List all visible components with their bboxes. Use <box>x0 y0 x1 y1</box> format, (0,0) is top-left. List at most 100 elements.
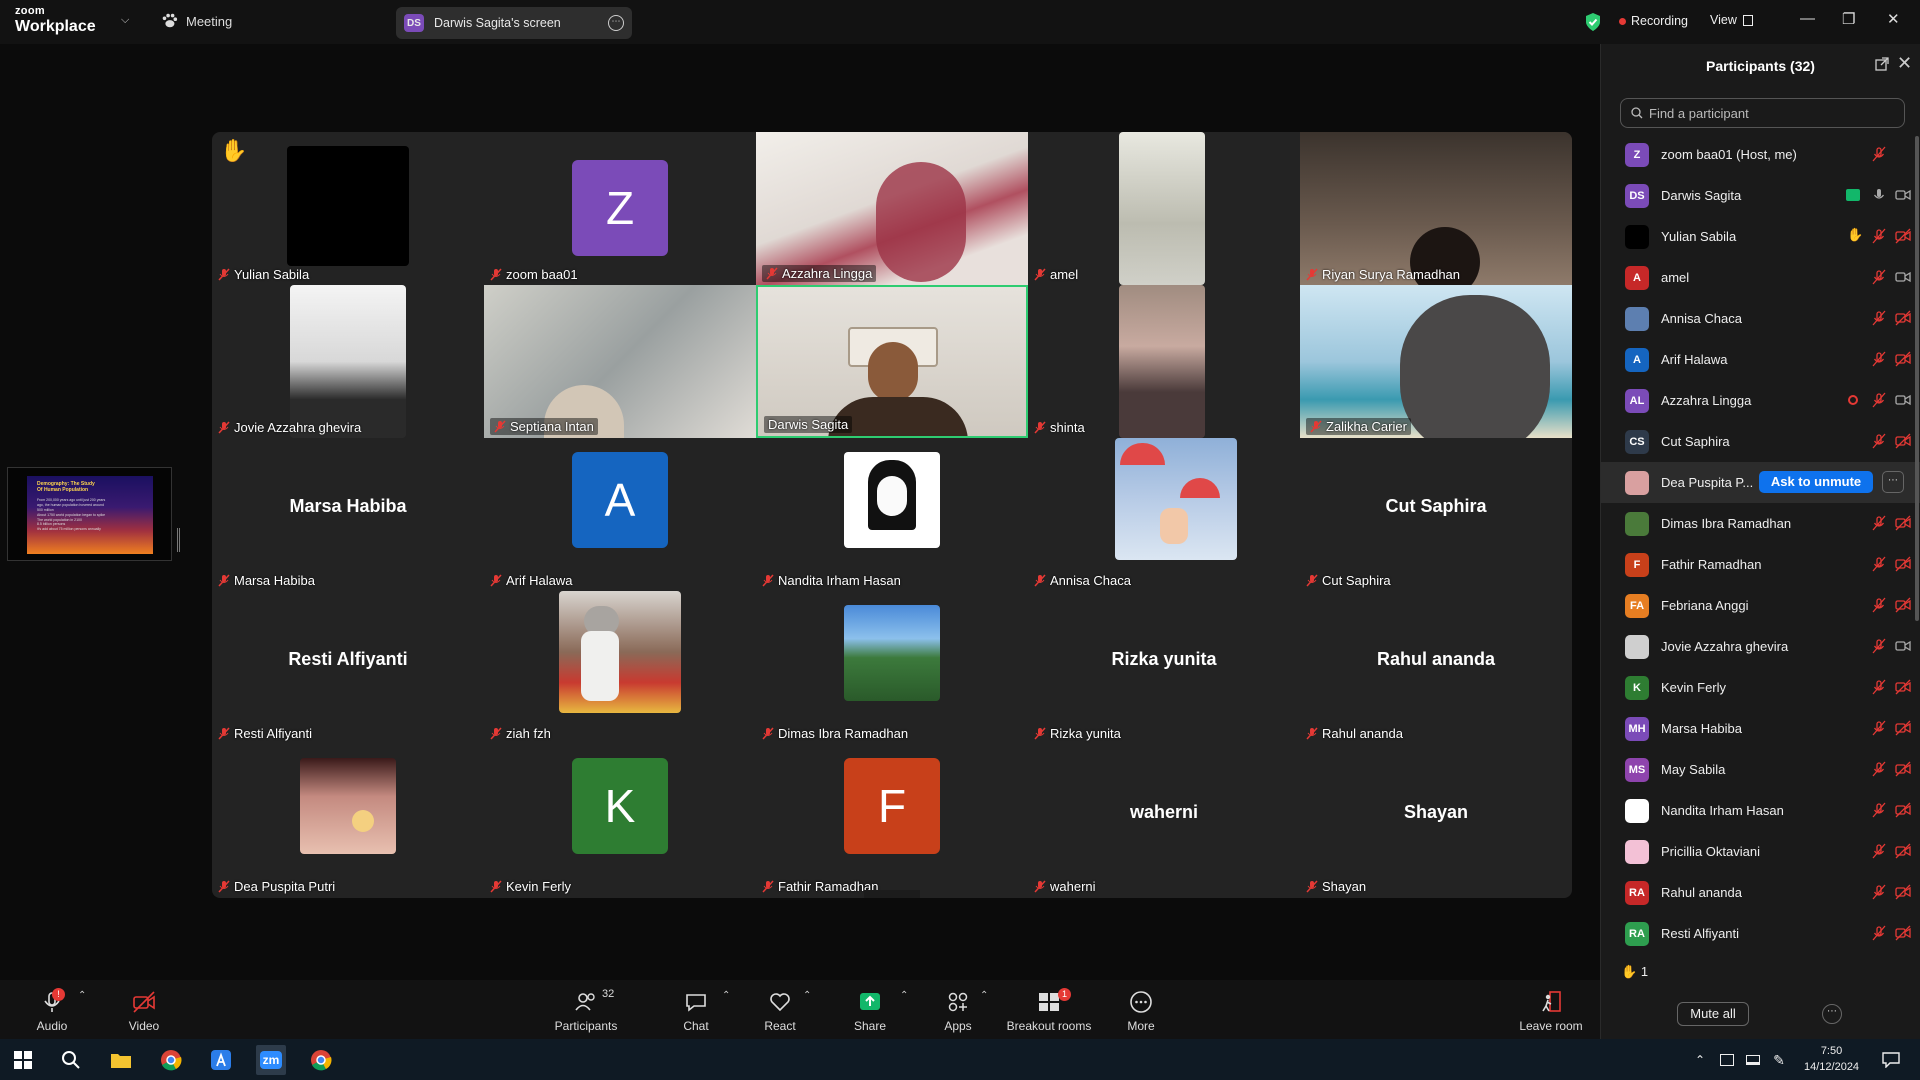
security-shield-icon[interactable] <box>1584 12 1602 32</box>
participant-more-icon[interactable]: ⋯ <box>1882 471 1904 493</box>
video-tile[interactable]: Dimas Ibra Ramadhan <box>756 591 1028 744</box>
more-options-icon[interactable]: ⋯ <box>608 15 624 31</box>
participant-row[interactable]: FA Febriana Anggi <box>1601 585 1920 626</box>
minimize-icon[interactable]: — <box>1800 10 1815 27</box>
network-icon[interactable] <box>1742 1045 1764 1075</box>
mic-muted-icon[interactable] <box>1871 556 1887 572</box>
mic-muted-icon[interactable] <box>1871 351 1887 367</box>
video-tile[interactable]: K Kevin Ferly <box>484 744 756 897</box>
mic-muted-icon[interactable] <box>1871 720 1887 736</box>
video-tile[interactable]: Septiana Intan <box>484 285 756 438</box>
shared-screen-pill[interactable]: DS Darwis Sagita's screen ⋯ <box>396 7 632 39</box>
system-clock[interactable]: 7:50 14/12/2024 <box>1804 1043 1859 1075</box>
mic-muted-icon[interactable] <box>1871 761 1887 777</box>
participant-row[interactable]: Jovie Azzahra ghevira <box>1601 626 1920 667</box>
participant-row[interactable]: MS May Sabila <box>1601 749 1920 790</box>
apps-button[interactable]: Apps <box>938 980 978 1039</box>
participant-row[interactable]: Zzoom baa01 (Host, me) <box>1601 134 1920 175</box>
participant-row[interactable]: F Fathir Ramadhan <box>1601 544 1920 585</box>
video-tile[interactable]: waherni waherni <box>1028 744 1300 897</box>
pen-icon[interactable]: ✎ <box>1768 1045 1790 1075</box>
chevron-down-icon[interactable]: ⌵ <box>121 14 129 27</box>
participant-row[interactable]: Aamel <box>1601 257 1920 298</box>
video-tile[interactable]: Rahul ananda Rahul ananda <box>1300 591 1572 744</box>
video-tile[interactable]: Jovie Azzahra ghevira <box>212 285 484 438</box>
scroll-down-chevron-icon[interactable]: ⌄ <box>864 890 920 898</box>
mic-muted-icon[interactable] <box>1871 802 1887 818</box>
participant-row[interactable]: Nandita Irham Hasan <box>1601 790 1920 831</box>
mic-on-icon[interactable] <box>1871 187 1887 203</box>
close-panel-icon[interactable]: ✕ <box>1897 53 1912 74</box>
react-button[interactable]: React <box>760 980 800 1039</box>
participant-row[interactable]: Dimas Ibra Ramadhan <box>1601 503 1920 544</box>
participant-row[interactable]: MH Marsa Habiba <box>1601 708 1920 749</box>
react-options-caret[interactable]: ⌃ <box>803 980 815 1039</box>
participant-row[interactable]: RA Resti Alfiyanti <box>1601 913 1920 954</box>
audio-options-caret[interactable]: ⌃ <box>78 980 90 1039</box>
chat-button[interactable]: Chat <box>676 980 716 1039</box>
video-tile[interactable]: Rizka yunita Rizka yunita <box>1028 591 1300 744</box>
file-explorer-icon[interactable] <box>106 1045 136 1075</box>
zoom-logo[interactable]: zoom Workplace <box>15 6 96 35</box>
split-resize-handle[interactable] <box>177 528 180 552</box>
windows-start-icon[interactable] <box>8 1045 38 1075</box>
mic-muted-icon[interactable] <box>1871 269 1887 285</box>
mic-muted-icon[interactable] <box>1871 679 1887 695</box>
notifications-icon[interactable] <box>1876 1045 1906 1075</box>
video-tile[interactable]: Marsa Habiba Marsa Habiba <box>212 438 484 591</box>
pop-out-icon[interactable] <box>1875 57 1889 71</box>
participant-row[interactable]: Annisa Chaca <box>1601 298 1920 339</box>
participant-row[interactable]: CS Cut Saphira <box>1601 421 1920 462</box>
shared-screen-thumbnail[interactable]: Demography: The Study Of Human Populatio… <box>7 467 172 561</box>
video-tile[interactable]: Riyan Surya Ramadhan <box>1300 132 1572 285</box>
mute-all-button[interactable]: Mute all <box>1677 1002 1749 1026</box>
participant-row[interactable]: Dea Puspita P... Ask to unmute ⋯ <box>1601 462 1920 503</box>
video-tile[interactable]: Zalikha Carier <box>1300 285 1572 438</box>
raised-hands-summary[interactable]: ✋ 1 <box>1621 964 1648 980</box>
video-tile[interactable]: A Arif Halawa <box>484 438 756 591</box>
video-tile[interactable]: Cut Saphira Cut Saphira <box>1300 438 1572 591</box>
panel-more-icon[interactable]: ⋯ <box>1822 1004 1842 1024</box>
participant-row[interactable]: Yulian Sabila ✋ <box>1601 216 1920 257</box>
participant-row[interactable]: K Kevin Ferly <box>1601 667 1920 708</box>
video-tile[interactable]: Resti Alfiyanti Resti Alfiyanti <box>212 591 484 744</box>
recording-indicator[interactable]: Recording <box>1619 14 1688 28</box>
zoom-taskbar-icon[interactable]: zm <box>256 1045 286 1075</box>
apps-options-caret[interactable]: ⌃ <box>980 980 992 1039</box>
video-tile[interactable]: Z zoom baa01 <box>484 132 756 285</box>
video-tile-active-speaker[interactable]: Darwis Sagita <box>756 285 1028 438</box>
video-tile[interactable]: Shayan Shayan <box>1300 744 1572 897</box>
view-button[interactable]: View <box>1710 13 1753 27</box>
mic-muted-icon[interactable] <box>1871 392 1887 408</box>
mic-muted-icon[interactable] <box>1871 925 1887 941</box>
video-tile[interactable]: amel <box>1028 132 1300 285</box>
chrome-icon[interactable] <box>156 1045 186 1075</box>
participant-row[interactable]: DS Darwis Sagita <box>1601 175 1920 216</box>
participant-search-input[interactable]: Find a participant <box>1620 98 1905 128</box>
share-options-caret[interactable]: ⌃ <box>900 980 912 1039</box>
chrome-profile-icon[interactable] <box>306 1045 336 1075</box>
video-button[interactable]: Video <box>122 980 166 1039</box>
breakout-rooms-button[interactable]: Breakout rooms 1 <box>1004 980 1094 1039</box>
mic-muted-icon[interactable] <box>1871 515 1887 531</box>
mic-muted-icon[interactable] <box>1871 597 1887 613</box>
app-store-icon[interactable] <box>206 1045 236 1075</box>
tray-overflow-chevron-icon[interactable]: ⌃ <box>1690 1045 1710 1075</box>
video-tile[interactable]: Annisa Chaca <box>1028 438 1300 591</box>
participant-row[interactable]: Pricillia Oktaviani <box>1601 831 1920 872</box>
participant-row[interactable]: A Arif Halawa <box>1601 339 1920 380</box>
audio-button[interactable]: Audio ! <box>30 980 74 1039</box>
participant-row[interactable]: AL Azzahra Lingga <box>1601 380 1920 421</box>
mic-muted-icon[interactable] <box>1871 884 1887 900</box>
participant-row[interactable]: RA Rahul ananda <box>1601 872 1920 913</box>
search-icon[interactable] <box>56 1045 86 1075</box>
tray-app-icon[interactable] <box>1716 1045 1738 1075</box>
mic-muted-icon[interactable] <box>1871 310 1887 326</box>
video-tile[interactable]: ziah fzh <box>484 591 756 744</box>
mic-muted-icon[interactable] <box>1871 433 1887 449</box>
mic-muted-icon[interactable] <box>1871 638 1887 654</box>
leave-room-button[interactable]: Leave room <box>1518 980 1584 1039</box>
video-tile[interactable]: Dea Puspita Putri <box>212 744 484 897</box>
video-tile[interactable]: F Fathir Ramadhan <box>756 744 1028 897</box>
video-tile[interactable]: Nandita Irham Hasan <box>756 438 1028 591</box>
